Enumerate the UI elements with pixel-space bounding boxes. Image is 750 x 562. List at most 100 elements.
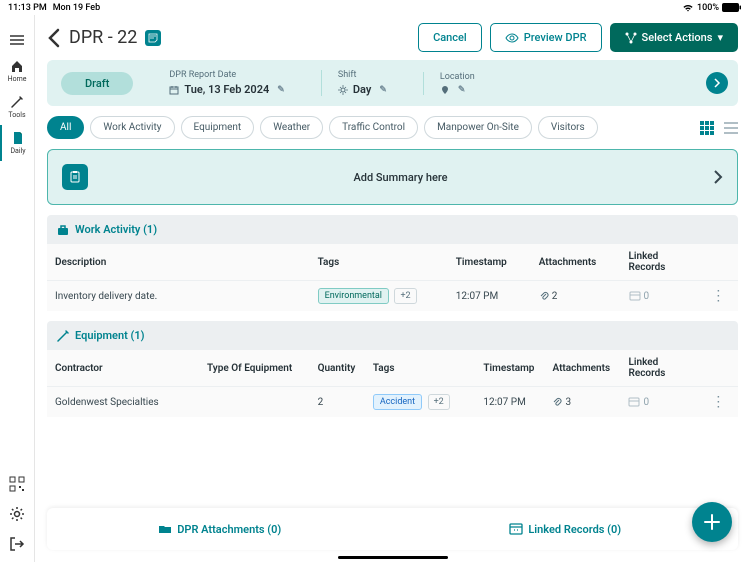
filter-chip-work[interactable]: Work Activity <box>90 116 174 139</box>
cell-contractor: Goldenwest Specialties <box>47 387 199 418</box>
tools-icon <box>10 95 24 109</box>
info-label-date: DPR Report Date <box>169 70 284 80</box>
cell-linked: 0 <box>644 291 650 302</box>
sidebar-item-home[interactable]: Home <box>0 53 34 89</box>
tag-pill: Accident <box>373 394 422 410</box>
status-bar: 11:13 PM Mon 19 Feb 100% <box>0 0 750 15</box>
header: DPR - 22 Cancel Preview DPR Select Actio… <box>35 15 750 60</box>
folder-icon <box>158 523 172 535</box>
section-header[interactable]: Equipment (1) <box>47 321 738 350</box>
gear-icon[interactable] <box>9 506 25 522</box>
column-header: Quantity <box>310 350 365 387</box>
fab-add-button[interactable] <box>692 502 732 542</box>
button-label: Cancel <box>433 31 467 44</box>
home-icon <box>10 59 24 73</box>
filter-chip-weather[interactable]: Weather <box>260 116 323 139</box>
column-header: Linked Records <box>620 350 703 387</box>
filter-chip-traffic[interactable]: Traffic Control <box>329 116 418 139</box>
section-header[interactable]: Work Activity (1) <box>47 215 738 244</box>
column-header: Attachments <box>544 350 620 387</box>
info-label-location: Location <box>440 72 475 82</box>
row-menu-icon[interactable]: ⋮ <box>711 394 725 410</box>
summary-bar[interactable]: Add Summary here <box>47 149 738 205</box>
page-title: DPR - 22 <box>69 27 137 48</box>
status-badge: Draft <box>61 72 133 95</box>
edit-shift-icon[interactable]: ✎ <box>379 85 387 95</box>
grid-view-icon[interactable] <box>700 121 714 135</box>
chevron-down-icon: ▾ <box>717 31 723 44</box>
edit-date-icon[interactable]: ✎ <box>277 85 285 95</box>
note-icon[interactable] <box>145 30 161 46</box>
select-actions-button[interactable]: Select Actions ▾ <box>610 23 738 52</box>
battery-percent: 100% <box>697 3 719 13</box>
home-indicator <box>338 556 448 559</box>
tag-more[interactable]: +2 <box>394 288 416 304</box>
bottom-tab-label: DPR Attachments (0) <box>177 523 281 536</box>
preview-button[interactable]: Preview DPR <box>490 23 602 52</box>
sidebar: Home Tools Daily <box>0 15 35 562</box>
button-label: Select Actions <box>642 31 713 44</box>
table-row[interactable]: Inventory delivery date. Environmental +… <box>47 281 738 312</box>
info-value-shift: Day <box>353 83 371 96</box>
status-time: 11:13 PM <box>8 3 47 13</box>
logout-icon[interactable] <box>9 536 25 552</box>
eye-icon <box>505 33 519 43</box>
column-header: Attachments <box>531 244 621 281</box>
briefcase-icon <box>57 224 69 236</box>
cell-linked: 0 <box>643 397 649 408</box>
column-header: Contractor <box>47 350 199 387</box>
pin-icon <box>440 85 450 95</box>
cancel-button[interactable]: Cancel <box>418 23 482 52</box>
bottom-tab-linked[interactable]: Linked Records (0) <box>393 508 739 550</box>
filter-chip-visitors[interactable]: Visitors <box>538 116 598 139</box>
column-header: Linked Records <box>621 244 704 281</box>
sidebar-item-daily[interactable]: Daily <box>0 125 34 161</box>
work-activity-table: Description Tags Timestamp Attachments L… <box>47 244 738 311</box>
clipboard-icon <box>62 164 88 190</box>
link-records-icon <box>629 291 641 301</box>
sidebar-label: Home <box>8 75 27 83</box>
info-value-date: Tue, 13 Feb 2024 <box>184 83 269 96</box>
column-header: Type Of Equipment <box>199 350 310 387</box>
chevron-right-icon <box>713 169 723 185</box>
menu-icon <box>10 33 24 47</box>
column-header: Description <box>47 244 310 281</box>
hamburger-menu[interactable] <box>0 27 34 53</box>
column-header: Tags <box>365 350 476 387</box>
back-button[interactable] <box>47 27 61 49</box>
bottom-bar: DPR Attachments (0) Linked Records (0) <box>47 508 738 550</box>
work-activity-section: Work Activity (1) Description Tags Times… <box>47 215 738 311</box>
filter-chip-all[interactable]: All <box>47 116 84 139</box>
info-label-shift: Shift <box>338 70 387 80</box>
sidebar-item-tools[interactable]: Tools <box>0 89 34 125</box>
filter-row: All Work Activity Equipment Weather Traf… <box>35 106 750 149</box>
status-date: Mon 19 Feb <box>53 3 100 13</box>
qr-icon[interactable] <box>9 476 25 492</box>
column-header: Timestamp <box>448 244 531 281</box>
tools-icon <box>57 330 69 342</box>
sidebar-label: Daily <box>10 147 25 155</box>
button-label: Preview DPR <box>524 31 587 44</box>
wifi-icon <box>682 3 694 12</box>
column-header: Tags <box>310 244 448 281</box>
table-row[interactable]: Goldenwest Specialties 2 Accident +2 12:… <box>47 387 738 418</box>
cell-timestamp: 12:07 PM <box>448 281 531 312</box>
calendar-icon <box>169 85 179 95</box>
cell-type <box>199 387 310 418</box>
equipment-section: Equipment (1) Contractor Type Of Equipme… <box>47 321 738 417</box>
edit-location-icon[interactable]: ✎ <box>458 85 466 95</box>
paperclip-icon <box>552 397 562 407</box>
panel-next-button[interactable] <box>706 72 728 94</box>
row-menu-icon[interactable]: ⋮ <box>711 288 725 304</box>
document-icon <box>11 131 25 145</box>
tag-more[interactable]: +2 <box>428 394 450 410</box>
battery-icon <box>722 3 742 12</box>
cell-attachments: 2 <box>552 291 558 302</box>
filter-chip-manpower[interactable]: Manpower On-Site <box>424 116 532 139</box>
list-view-icon[interactable] <box>724 121 738 135</box>
section-title: Equipment (1) <box>75 329 145 342</box>
link-records-icon <box>509 523 523 535</box>
bottom-tab-label: Linked Records (0) <box>528 523 621 536</box>
filter-chip-equipment[interactable]: Equipment <box>181 116 255 139</box>
bottom-tab-attachments[interactable]: DPR Attachments (0) <box>47 508 393 550</box>
